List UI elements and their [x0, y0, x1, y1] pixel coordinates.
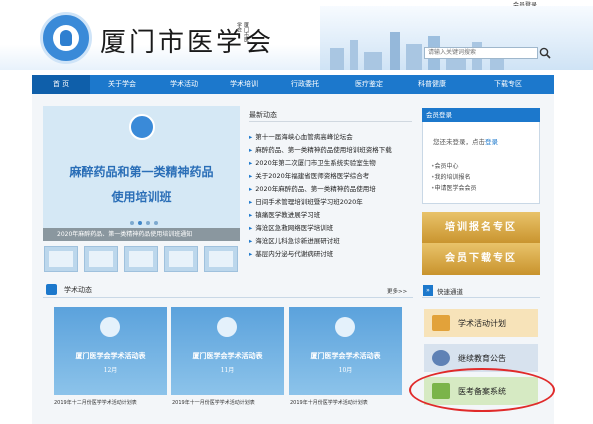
nav-about[interactable]: 关于学会 [90, 75, 154, 94]
academic-post-image[interactable]: 厦门医学会学术活动表 11月 [171, 307, 284, 395]
news-item[interactable]: 海沧区儿科急诊新进展研讨班 [249, 235, 340, 245]
post-caption[interactable]: 2019年十一月份医学学术活动计划表 [172, 399, 255, 406]
highlight-ring [409, 368, 555, 412]
news-item[interactable]: 2020年第二次厦门市卫生系统实验室生物 [249, 157, 376, 167]
slider-thumbnail[interactable] [124, 246, 158, 272]
post-month: 12月 [103, 367, 118, 374]
main-nav: 首 页 关于学会 学术活动 学术培训 行政委托 医疗鉴定 科普健康 下载专区 [32, 75, 554, 94]
header-skyline-image [320, 6, 593, 70]
title-seal: 厦门市医学会 [236, 22, 249, 42]
news-item[interactable]: 关于2020年福建省医师资格医学综合考 [249, 170, 369, 180]
post-title: 厦门医学会学术活动表 [310, 351, 381, 360]
news-item[interactable]: 海沧区急救网络医学培训班 [249, 222, 333, 232]
nav-medical-appraisal[interactable]: 医疗鉴定 [336, 75, 402, 94]
post-title: 厦门医学会学术活动表 [192, 351, 263, 360]
star-badge-icon [432, 350, 450, 366]
slide-title-line2: 使用培训班 [111, 190, 172, 204]
academic-plan-label: 学术活动计划 [458, 319, 506, 328]
news-item[interactable]: 麻醉药品、第一类精神药品使用培训班资格下载 [249, 144, 392, 154]
news-section-title: 最新动态 [249, 111, 277, 119]
academic-news-title: 学术动态 [64, 286, 92, 294]
slider-thumbnail[interactable] [84, 246, 118, 272]
training-signup-banner[interactable]: 培训报名专区 [422, 212, 540, 244]
academic-news-header [43, 283, 413, 298]
slider-thumbnail[interactable] [164, 246, 198, 272]
member-login-status: 您还未登录，点击登录 [433, 136, 498, 146]
notepad-icon [432, 315, 450, 331]
slider-thumbnail[interactable] [44, 246, 78, 272]
member-center-link[interactable]: 会员中心 [431, 161, 459, 170]
member-login-title: 会员登录 [422, 108, 540, 122]
member-status-text: 您还未登录，点击 [433, 138, 485, 146]
nav-health[interactable]: 科普健康 [402, 75, 462, 94]
member-login-link[interactable]: 登录 [485, 138, 498, 146]
logo-figure-icon [60, 30, 72, 46]
post-logo-icon [217, 317, 237, 337]
double-chevron-icon: » [423, 285, 433, 296]
news-divider [249, 121, 412, 122]
nav-administrative[interactable]: 行政委托 [274, 75, 336, 94]
slider-thumbnail[interactable] [204, 246, 238, 272]
post-month: 11月 [220, 367, 235, 374]
nav-home[interactable]: 首 页 [32, 75, 90, 94]
slider-dot[interactable] [130, 221, 134, 225]
search-icon [539, 47, 551, 59]
slider-dot-active[interactable] [138, 221, 142, 225]
site-logo[interactable] [40, 12, 92, 64]
post-title: 厦门医学会学术活动表 [75, 351, 146, 360]
academic-post-image[interactable]: 厦门医学会学术活动表 12月 [54, 307, 167, 395]
post-caption[interactable]: 2019年十月份医学学术活动计划表 [290, 399, 368, 406]
post-logo-icon [335, 317, 355, 337]
quick-access-title: 快速通道 [437, 288, 463, 296]
slide-caption[interactable]: 2020年麻醉药品、第一类精神药品使用培训班通知 [43, 228, 240, 241]
post-caption[interactable]: 2019年十二月份医学学术活动计划表 [54, 399, 137, 406]
academic-more-link[interactable]: 更多>> [387, 287, 407, 295]
academic-plan-button[interactable]: 学术活动计划 [424, 309, 538, 337]
member-download-banner[interactable]: 会员下载专区 [422, 243, 540, 275]
search-button[interactable] [538, 46, 552, 60]
post-logo-icon [100, 317, 120, 337]
news-item[interactable]: 镇痛医学教进展学习班 [249, 209, 320, 219]
news-item[interactable]: 日间手术管理培训班暨学习班2020年 [249, 196, 363, 206]
post-month: 10月 [338, 367, 353, 374]
nav-academic-training[interactable]: 学术培训 [214, 75, 274, 94]
slide-logo-icon [129, 114, 155, 140]
logo-emblem [53, 25, 79, 51]
apply-member-link[interactable]: 申请医学会会员 [431, 183, 477, 192]
slider-dot[interactable] [146, 221, 150, 225]
nav-downloads[interactable]: 下载专区 [462, 75, 554, 94]
academic-post-image[interactable]: 厦门医学会学术活动表 10月 [289, 307, 402, 395]
slide-title-line1: 麻醉药品和第一类精神药品 [69, 165, 214, 179]
my-training-link[interactable]: 我的培训报名 [431, 172, 471, 181]
search-input[interactable] [424, 47, 538, 59]
news-item[interactable]: 第十一届海峡心血管病高峰论坛会 [249, 131, 353, 141]
news-item[interactable]: 基层内分泌与代谢病研讨班 [249, 248, 333, 258]
slider-dot[interactable] [154, 221, 158, 225]
news-item[interactable]: 2020年麻醉药品、第一类精神药品使用培 [249, 183, 376, 193]
cme-notice-label: 继续教育公告 [458, 354, 506, 363]
book-icon [46, 284, 57, 295]
nav-academic-activities[interactable]: 学术活动 [154, 75, 214, 94]
